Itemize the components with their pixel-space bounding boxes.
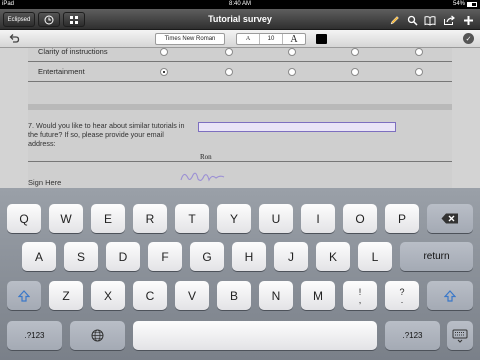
shift-key-left[interactable] <box>7 281 41 310</box>
status-bar: iPad 8:40 AM 54% <box>0 0 480 9</box>
radio-option-3[interactable] <box>288 48 296 56</box>
section-separator <box>28 104 452 110</box>
rating-row-clarity: Clarity of instructions <box>28 44 452 60</box>
done-check-icon[interactable]: ✓ <box>463 33 474 44</box>
key-r[interactable]: R <box>133 204 167 233</box>
space-key[interactable] <box>133 321 377 350</box>
clock: 8:40 AM <box>228 1 251 7</box>
globe-icon <box>91 329 104 342</box>
share-icon[interactable] <box>443 14 455 26</box>
radio-option-5[interactable] <box>415 48 423 56</box>
shift-icon <box>18 289 30 302</box>
key-q[interactable]: Q <box>7 204 41 233</box>
key-k[interactable]: K <box>316 242 350 271</box>
key-n[interactable]: N <box>259 281 293 310</box>
document-view: Clarity of instructions Entertainment 7.… <box>0 47 480 188</box>
key-exclaim-comma[interactable]: !, <box>343 281 377 310</box>
key-question-period[interactable]: ?. <box>385 281 419 310</box>
key-w[interactable]: W <box>49 204 83 233</box>
key-o[interactable]: O <box>343 204 377 233</box>
pencil-icon[interactable] <box>388 14 400 26</box>
increase-font-button[interactable]: A <box>283 34 305 45</box>
numbers-key-right[interactable]: .?123 <box>385 321 440 350</box>
key-d[interactable]: D <box>106 242 140 271</box>
key-c[interactable]: C <box>133 281 167 310</box>
return-key[interactable]: return <box>400 242 473 271</box>
radio-option-2[interactable] <box>225 68 233 76</box>
key-bottom-char: . <box>400 294 404 305</box>
rating-row-label: Entertainment <box>38 67 85 76</box>
question-7-text: 7. Would you like to hear about similar … <box>28 121 185 148</box>
key-u[interactable]: U <box>259 204 293 233</box>
text-color-swatch[interactable] <box>316 34 327 44</box>
backspace-icon <box>441 213 458 224</box>
email-field[interactable] <box>198 122 396 132</box>
radio-option-1[interactable] <box>160 48 168 56</box>
key-l[interactable]: L <box>358 242 392 271</box>
font-size-value: 10 <box>260 34 283 44</box>
battery-status: 54% <box>453 1 477 7</box>
key-s[interactable]: S <box>64 242 98 271</box>
key-m[interactable]: M <box>301 281 335 310</box>
radio-option-5[interactable] <box>415 68 423 76</box>
radio-option-4[interactable] <box>351 68 359 76</box>
rating-row-label: Clarity of instructions <box>38 47 108 56</box>
key-b[interactable]: B <box>217 281 251 310</box>
key-x[interactable]: X <box>91 281 125 310</box>
book-icon[interactable] <box>424 14 436 26</box>
hide-keyboard-key[interactable] <box>447 321 473 350</box>
numbers-key-left[interactable]: .?123 <box>7 321 62 350</box>
radio-option-3[interactable] <box>288 68 296 76</box>
decrease-font-button[interactable]: A <box>237 34 260 44</box>
radio-option-4[interactable] <box>351 48 359 56</box>
add-icon[interactable] <box>462 14 474 26</box>
key-g[interactable]: G <box>190 242 224 271</box>
battery-percent: 54% <box>452 1 465 7</box>
key-a[interactable]: A <box>22 242 56 271</box>
sign-here-label: Sign Here <box>28 178 62 187</box>
key-z[interactable]: Z <box>49 281 83 310</box>
key-v[interactable]: V <box>175 281 209 310</box>
key-t[interactable]: T <box>175 204 209 233</box>
globe-key[interactable] <box>70 321 125 350</box>
key-y[interactable]: Y <box>217 204 251 233</box>
backspace-key[interactable] <box>427 204 473 233</box>
signer-name: Ron <box>200 153 212 161</box>
on-screen-keyboard: Q W E R T Y U I O P A S D F G H J K L re… <box>0 188 480 360</box>
key-i[interactable]: I <box>301 204 335 233</box>
signature-field[interactable] <box>178 166 228 186</box>
navigation-bar: Eclipsed Tutorial survey <box>0 9 480 30</box>
key-p[interactable]: P <box>385 204 419 233</box>
key-h[interactable]: H <box>232 242 266 271</box>
key-bottom-char: , <box>358 294 362 305</box>
battery-icon <box>467 1 477 7</box>
key-e[interactable]: E <box>91 204 125 233</box>
key-f[interactable]: F <box>148 242 182 271</box>
signature-line <box>28 161 452 162</box>
shift-icon <box>444 289 456 302</box>
undo-icon[interactable] <box>8 33 20 47</box>
divider <box>28 61 452 62</box>
key-j[interactable]: J <box>274 242 308 271</box>
search-icon[interactable] <box>406 14 418 26</box>
rating-row-entertainment: Entertainment <box>28 64 452 80</box>
radio-option-1[interactable] <box>160 68 168 76</box>
survey-form: Clarity of instructions Entertainment 7.… <box>28 47 452 188</box>
shift-key-right[interactable] <box>427 281 473 310</box>
keyboard-hide-icon <box>452 329 468 343</box>
divider <box>28 81 452 82</box>
radio-option-2[interactable] <box>225 48 233 56</box>
